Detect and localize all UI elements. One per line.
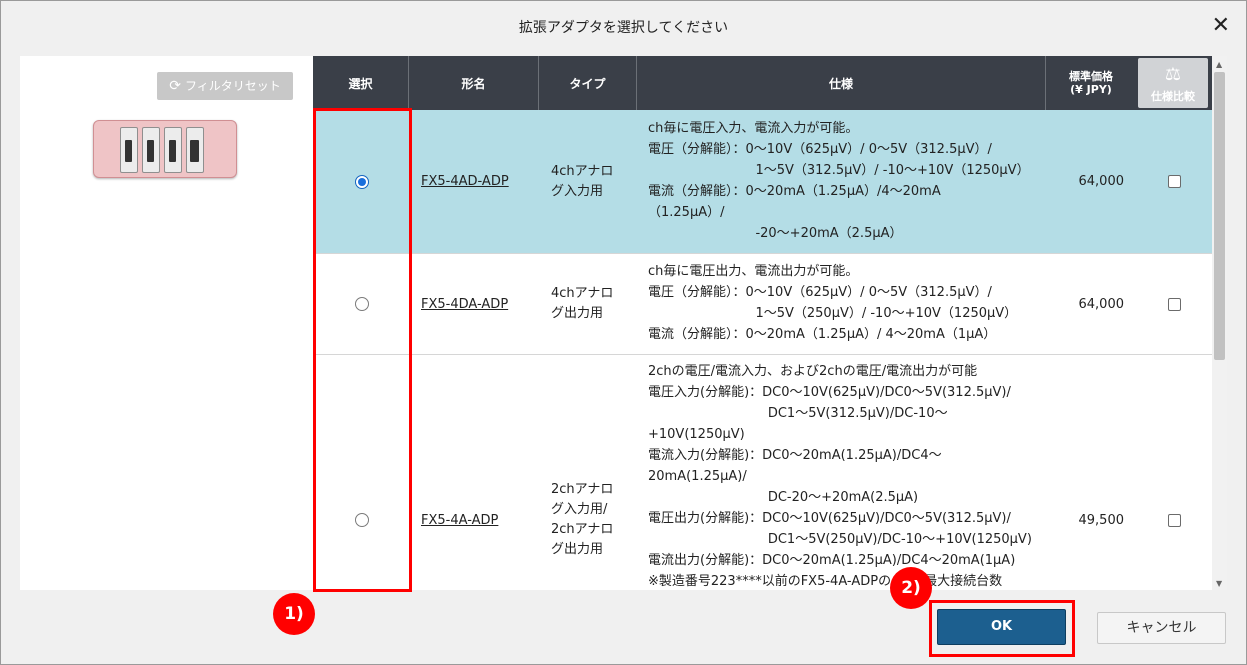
module-image	[164, 127, 182, 173]
spec-cell: 2chの電圧/電流入力、および2chの電圧/電流出力が可能 電圧入力(分解能)：…	[648, 364, 1032, 589]
header-price-unit: (¥ JPY)	[1070, 83, 1112, 96]
table-header: 選択 形名 タイプ 仕様 標準価格 (¥ JPY) ⚖ 仕様比較	[313, 56, 1212, 110]
type-cell: 2chアナロ グ入力用/ 2chアナロ グ出力用	[551, 482, 614, 557]
spec-cell: ch毎に電圧入力、電流入力が可能。 電圧（分解能）：0～10V（625μV）/ …	[648, 121, 1030, 241]
module-image	[120, 127, 138, 173]
header-price: 標準価格 (¥ JPY)	[1046, 56, 1136, 110]
filter-panel: ⟳ フィルタリセット	[20, 56, 313, 590]
table-row[interactable]: FX5-4A-ADP 2chアナロ グ入力用/ 2chアナロ グ出力用 2chの…	[313, 355, 1212, 590]
module-image	[186, 127, 204, 173]
filter-reset-button[interactable]: ⟳ フィルタリセット	[157, 72, 293, 100]
type-cell: 4chアナロ グ出力用	[551, 286, 614, 321]
table-row[interactable]: FX5-4AD-ADP 4chアナロ グ入力用 ch毎に電圧入力、電流入力が可能…	[313, 110, 1212, 254]
dialog-title: 拡張アダプタを選択してください	[518, 20, 729, 36]
dialog-titlebar: 拡張アダプタを選択してください ✕	[1, 1, 1246, 55]
type-cell: 4chアナロ グ入力用	[551, 163, 614, 199]
price-cell: 64,000	[1078, 296, 1125, 312]
header-model: 形名	[409, 56, 539, 110]
annotation-badge-2: 2)	[890, 567, 932, 609]
compare-checkbox[interactable]	[1168, 254, 1181, 354]
model-link[interactable]: FX5-4DA-ADP	[421, 254, 508, 354]
price-cell: 49,500	[1078, 512, 1125, 528]
annotation-highlight-ok	[929, 600, 1075, 657]
compare-specs-button[interactable]: ⚖ 仕様比較	[1138, 58, 1208, 108]
table-scrollbar[interactable]: ▲ ▼	[1212, 56, 1227, 590]
compare-checkbox[interactable]	[1168, 110, 1181, 253]
close-icon[interactable]: ✕	[1212, 12, 1230, 40]
scrollbar-thumb[interactable]	[1214, 72, 1225, 360]
cancel-button[interactable]: キャンセル	[1097, 612, 1226, 644]
header-price-label: 標準価格	[1069, 70, 1113, 83]
model-link[interactable]: FX5-4A-ADP	[421, 355, 498, 590]
header-select: 選択	[313, 56, 409, 110]
adapter-table: 選択 形名 タイプ 仕様 標準価格 (¥ JPY) ⚖ 仕様比較 FX5-4AD…	[313, 56, 1212, 590]
scroll-down-icon[interactable]: ▼	[1216, 579, 1222, 588]
compare-checkbox[interactable]	[1168, 355, 1181, 590]
header-type: タイプ	[539, 56, 637, 110]
module-image	[142, 127, 160, 173]
annotation-highlight-select-column	[313, 108, 412, 592]
refresh-icon: ⟳	[169, 78, 181, 94]
adapter-thumbnail[interactable]	[93, 120, 237, 178]
spec-cell: ch毎に電圧出力、電流出力が可能。 電圧（分解能）：0～10V（625μV）/ …	[648, 264, 1018, 342]
scroll-up-icon[interactable]: ▲	[1216, 60, 1222, 69]
table-row[interactable]: FX5-4DA-ADP 4chアナロ グ出力用 ch毎に電圧出力、電流出力が可能…	[313, 254, 1212, 355]
price-cell: 64,000	[1078, 174, 1125, 189]
header-spec: 仕様	[637, 56, 1046, 110]
filter-reset-label: フィルタリセット	[184, 79, 281, 93]
scale-icon: ⚖	[1164, 64, 1182, 85]
model-link[interactable]: FX5-4AD-ADP	[421, 110, 509, 253]
annotation-badge-1: 1)	[273, 593, 315, 635]
compare-label: 仕様比較	[1151, 90, 1195, 103]
